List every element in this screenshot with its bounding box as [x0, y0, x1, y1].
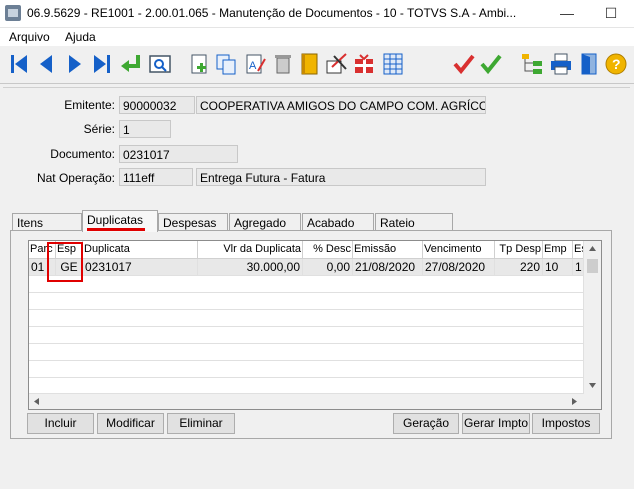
- window-title: 06.9.5629 - RE1001 - 2.00.01.065 - Manut…: [27, 6, 517, 20]
- incluir-button[interactable]: Incluir: [27, 413, 94, 434]
- title-bar: 06.9.5629 - RE1001 - 2.00.01.065 - Manut…: [0, 0, 634, 28]
- cell-emissao: 21/08/2020: [353, 259, 423, 275]
- toolbar: A ?: [0, 47, 634, 84]
- empty-row: [29, 327, 589, 344]
- col-emissao[interactable]: Emissão: [353, 241, 423, 258]
- print-icon[interactable]: [548, 51, 574, 77]
- cell-tp-desp: 220: [495, 259, 543, 275]
- col-vencimento[interactable]: Vencimento: [423, 241, 495, 258]
- geracao-button[interactable]: Geração: [393, 413, 459, 434]
- eliminar-button[interactable]: Eliminar: [167, 413, 235, 434]
- cell-vencimento: 27/08/2020: [423, 259, 495, 275]
- svg-text:A: A: [249, 60, 257, 72]
- exit-icon[interactable]: [576, 51, 602, 77]
- empty-row: [29, 293, 589, 310]
- horizontal-scrollbar[interactable]: [29, 393, 584, 409]
- cell-desc: 0,00: [303, 259, 353, 275]
- emitente-name-field[interactable]: COOPERATIVA AMIGOS DO CAMPO COM. AGRÍCOL: [196, 96, 486, 114]
- menu-ajuda[interactable]: Ajuda: [65, 30, 96, 44]
- vertical-scrollbar[interactable]: [583, 241, 601, 409]
- table-row[interactable]: 01 GE 0231017 30.000,00 0,00 21/08/2020 …: [29, 259, 589, 276]
- empty-row: [29, 344, 589, 361]
- first-icon[interactable]: [7, 51, 33, 77]
- col-duplicata[interactable]: Duplicata: [83, 241, 198, 258]
- book-icon[interactable]: [297, 51, 323, 77]
- esp-highlight-annotation: [47, 242, 83, 282]
- app-icon: [5, 5, 21, 21]
- col-desc[interactable]: % Desc: [303, 241, 353, 258]
- cut-icon[interactable]: [324, 51, 350, 77]
- gift-icon[interactable]: [351, 51, 377, 77]
- empty-row: [29, 276, 589, 293]
- tab-itens[interactable]: Itens: [12, 213, 82, 231]
- prev-icon[interactable]: [34, 51, 60, 77]
- duplicatas-grid[interactable]: Parc Esp Duplicata Vlr da Duplicata % De…: [28, 240, 602, 410]
- impostos-button[interactable]: Impostos: [532, 413, 600, 434]
- tab-rateio[interactable]: Rateio: [375, 213, 453, 231]
- zoom-icon[interactable]: [147, 51, 173, 77]
- emitente-code-field[interactable]: 90000032: [119, 96, 195, 114]
- modificar-button[interactable]: Modificar: [97, 413, 164, 434]
- menu-bar: Arquivo Ajuda: [0, 28, 634, 46]
- tab-underline-annotation: [87, 228, 145, 231]
- gerar-impto-button[interactable]: Gerar Impto: [462, 413, 530, 434]
- grid-header: Parc Esp Duplicata Vlr da Duplicata % De…: [29, 241, 589, 259]
- cancel-check-icon[interactable]: [451, 51, 477, 77]
- edit-icon[interactable]: A: [242, 51, 268, 77]
- empty-row: [29, 361, 589, 378]
- ok-check-icon[interactable]: [478, 51, 504, 77]
- grid-icon[interactable]: [380, 51, 406, 77]
- empty-row: [29, 310, 589, 327]
- delete-icon[interactable]: [270, 51, 296, 77]
- cell-vlr-duplicata: 30.000,00: [198, 259, 303, 275]
- tree-icon[interactable]: [519, 51, 545, 77]
- serie-field[interactable]: 1: [119, 120, 171, 138]
- cell-emp: 10: [543, 259, 573, 275]
- hscroll-arrows-icon: [34, 398, 577, 405]
- emitente-label: Emitente:: [64, 98, 115, 112]
- maximize-button[interactable]: ☐: [589, 0, 633, 27]
- minimize-button[interactable]: —: [545, 0, 589, 27]
- cell-duplicata: 0231017: [83, 259, 198, 275]
- next-icon[interactable]: [61, 51, 87, 77]
- tab-acabado[interactable]: Acabado: [302, 213, 374, 231]
- tab-agregado[interactable]: Agregado: [229, 213, 301, 231]
- tab-despesas[interactable]: Despesas: [158, 213, 228, 231]
- natop-desc-field[interactable]: Entrega Futura - Fatura: [196, 168, 486, 186]
- col-emp[interactable]: Emp: [543, 241, 573, 258]
- col-tp-desp[interactable]: Tp Desp: [495, 241, 543, 258]
- menu-arquivo[interactable]: Arquivo: [9, 30, 50, 44]
- svg-text:?: ?: [612, 56, 621, 72]
- new-icon[interactable]: [186, 51, 212, 77]
- copy-icon[interactable]: [213, 51, 239, 77]
- natop-code-field[interactable]: 111eff: [119, 168, 193, 186]
- last-icon[interactable]: [88, 51, 114, 77]
- serie-label: Série:: [83, 122, 115, 136]
- documento-field[interactable]: 0231017: [119, 145, 238, 163]
- natop-label: Nat Operação:: [36, 171, 115, 185]
- documento-label: Documento:: [50, 147, 115, 161]
- scroll-arrows-icon: [587, 246, 598, 388]
- help-icon[interactable]: ?: [603, 51, 629, 77]
- return-icon[interactable]: [118, 51, 144, 77]
- col-vlr-duplicata[interactable]: Vlr da Duplicata: [198, 241, 303, 258]
